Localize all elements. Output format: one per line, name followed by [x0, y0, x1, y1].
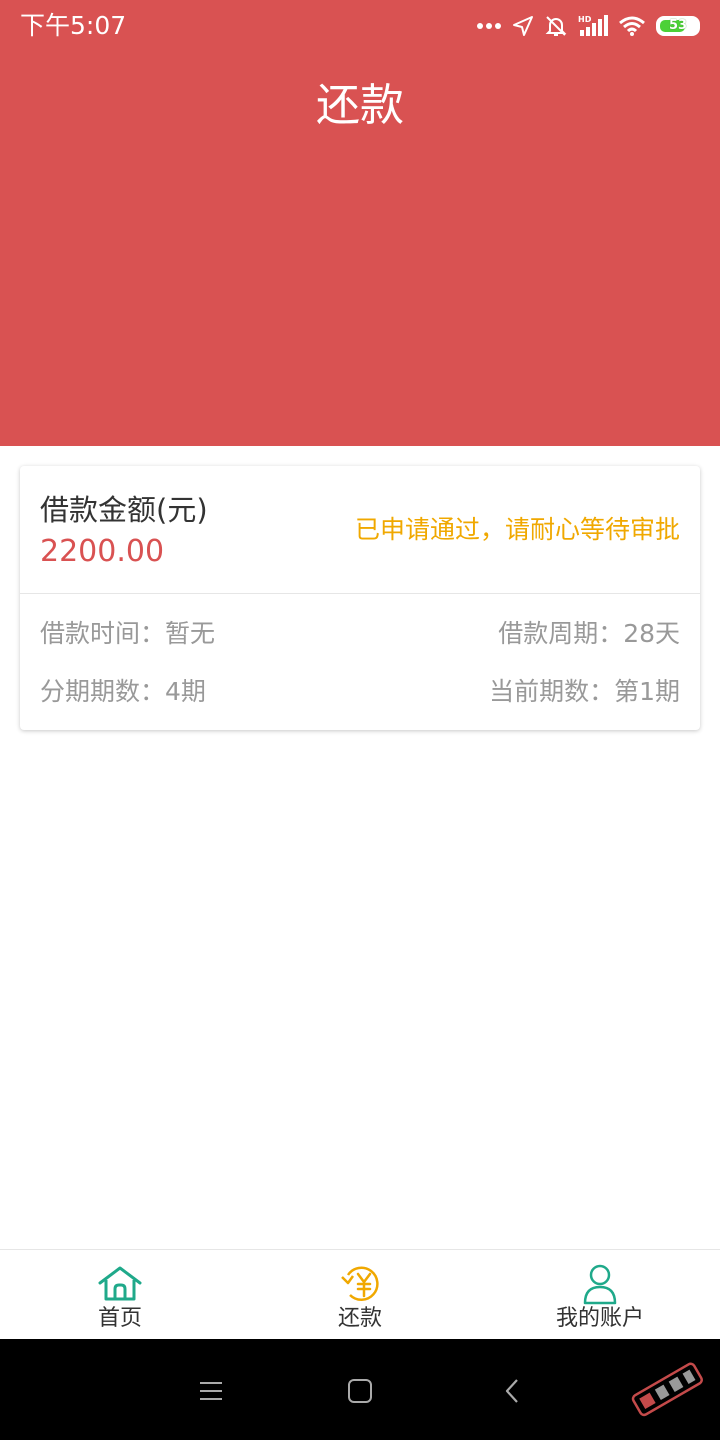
approval-status: 已申请通过，请耐心等待审批	[354, 515, 680, 544]
user-icon	[576, 1262, 624, 1306]
signal-hd-icon: HD	[578, 14, 608, 38]
home-icon	[96, 1262, 144, 1306]
loan-time: 借款时间：暂无	[40, 619, 216, 648]
loan-card-summary: 借款金额(元) 2200.00 已申请通过，请耐心等待审批	[20, 466, 700, 594]
menu-icon[interactable]	[189, 1369, 233, 1413]
battery-percent: 53	[668, 18, 688, 33]
tab-home[interactable]: 首页	[0, 1250, 240, 1340]
more-dots-icon	[476, 22, 502, 30]
info-row-1: 借款时间：暂无 借款周期：28天	[40, 614, 680, 654]
battery-icon: 53	[656, 16, 700, 36]
location-icon	[512, 15, 534, 37]
back-icon[interactable]	[490, 1369, 534, 1413]
home-square-icon[interactable]	[338, 1369, 382, 1413]
repayment-screen: 下午5:07 HD 53 还款 借款金额(元) 2200.00 已申请通过，请耐…	[0, 0, 720, 1440]
amount-label: 借款金额(元)	[40, 493, 208, 527]
tab-my-account-label: 我的账户	[555, 1306, 644, 1331]
loan-card: 借款金额(元) 2200.00 已申请通过，请耐心等待审批 借款时间：暂无 借款…	[20, 466, 700, 730]
loan-period: 借款周期：28天	[498, 619, 680, 648]
amount-value: 2200.00	[40, 534, 165, 569]
tab-repay-label: 还款	[337, 1306, 382, 1331]
watermark-logo	[618, 1349, 714, 1429]
page-title: 还款	[316, 80, 404, 131]
repay-yuan-icon	[336, 1262, 384, 1306]
status-icons: HD 53	[476, 12, 700, 40]
tab-my-account[interactable]: 我的账户	[480, 1250, 720, 1340]
wifi-icon	[618, 15, 646, 37]
status-time: 下午5:07	[20, 11, 127, 40]
bottom-tab-bar: 首页 还款 我的账户	[0, 1249, 720, 1339]
svg-text:HD: HD	[578, 15, 592, 24]
tab-repay[interactable]: 还款	[240, 1250, 480, 1340]
current-installment: 当前期数：第1期	[489, 677, 680, 706]
header-banner: 下午5:07 HD 53 还款	[0, 0, 720, 446]
installment-count: 分期期数：4期	[40, 677, 206, 706]
status-bar: 下午5:07 HD 53	[0, 0, 720, 52]
system-navigation-bar	[0, 1339, 720, 1440]
tab-home-label: 首页	[97, 1306, 142, 1331]
info-row-2: 分期期数：4期 当前期数：第1期	[40, 672, 680, 712]
mute-bell-icon	[544, 14, 568, 38]
